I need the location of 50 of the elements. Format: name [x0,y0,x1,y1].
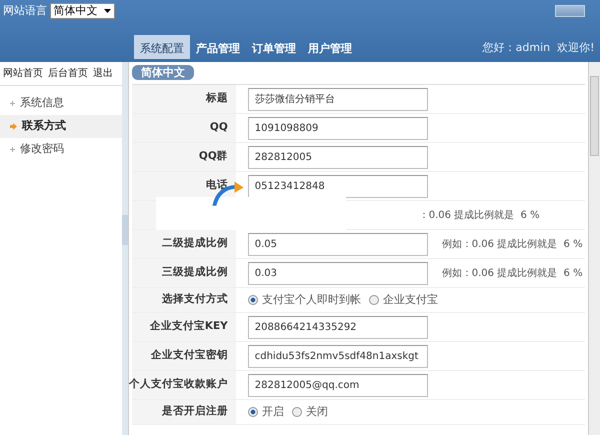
plus-icon [10,146,15,152]
field-label: 企业支付宝密钥 [132,342,236,370]
language-select[interactable]: 简体中文 [50,3,114,19]
language-label: 网站语言 [2,2,47,19]
window-button[interactable] [555,5,585,17]
input-field[interactable]: 1091098809 [248,116,428,140]
nav-tab[interactable]: 订单管理 [246,35,302,60]
collapse-handle[interactable] [122,215,128,245]
hint-text: 例如：0.06 提成比例就是 6 % [442,266,583,280]
scroll-thumb[interactable] [590,76,599,156]
field-label: 三级提成比例 [132,259,236,287]
field-label: QQ [132,114,236,142]
input-field[interactable]: 282812005 [248,146,428,168]
radio-option[interactable]: 关闭 [292,404,328,420]
input-field[interactable]: 2088664214335292 [248,316,428,338]
nav-tab[interactable]: 产品管理 [190,35,246,60]
scrollbar[interactable] [588,62,600,435]
caret-icon [104,9,110,13]
input-field[interactable]: 莎莎微信分销平台 [248,88,428,110]
radio-option[interactable]: 开启 [248,404,284,420]
field-label: 企业支付宝KEY [132,313,236,341]
field-label: 二级提成比例 [132,230,236,258]
field-label: 选择支付方式 [132,288,236,312]
input-field[interactable]: cdhidu53fs2nmv5sdf48n1axskgt [248,344,428,368]
nav-tab[interactable]: 系统配置 [134,35,190,60]
radio-option[interactable]: 企业支付宝 [368,292,438,308]
top-link[interactable]: 退出 [93,66,113,81]
field-label: QQ群 [132,143,236,171]
sidebar-item[interactable]: 系统信息 [0,92,122,114]
radio-option[interactable]: 支付宝个人即时到帐 [248,292,361,308]
field-label: 是否开启注册 [132,400,236,424]
radio-button[interactable] [248,407,258,417]
input-field[interactable]: 0.03 [248,262,428,284]
input-field[interactable]: 05123412848 [248,174,428,198]
top-link[interactable]: 后台首页 [48,66,88,81]
sidebar-item[interactable]: 修改密码 [0,138,122,160]
field-label: 标题 [132,85,236,113]
radio-button[interactable] [368,295,379,305]
hint-text: 例如：0.06 提成比例就是 6 % [442,238,583,252]
input-field[interactable]: 282812005@qq.com [248,374,428,396]
nav-tab[interactable]: 用户管理 [302,35,358,60]
radio-button[interactable] [248,295,258,305]
plus-icon [10,100,15,106]
top-link[interactable]: 网站首页 [3,66,43,81]
greeting-text: 您好：admin 欢迎你! [482,40,596,56]
arrow-icon [10,122,17,130]
radio-button[interactable] [292,407,302,417]
hint-text: ：0.06 提成比例就是 6 % [418,208,540,222]
sidebar-item[interactable]: 联系方式 [0,114,122,138]
input-field[interactable]: 0.05 [248,232,428,256]
